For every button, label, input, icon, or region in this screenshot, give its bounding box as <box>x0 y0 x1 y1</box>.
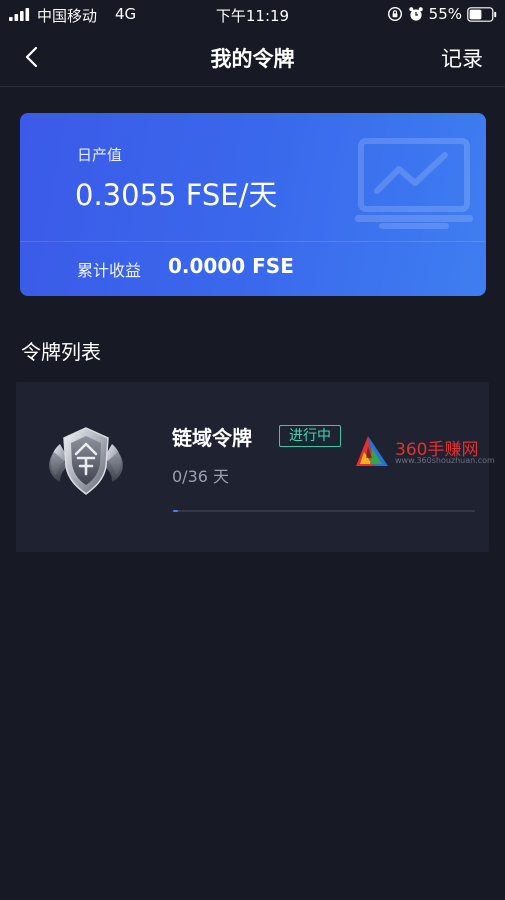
progress-bar <box>173 510 475 512</box>
status-indicators: 55% <box>387 4 497 24</box>
watermark-logo: 360手赚网 www.360shouzhuan.com <box>354 432 504 470</box>
daily-output-label: 日产值 <box>77 146 123 164</box>
token-list-title: 令牌列表 <box>21 340 101 364</box>
battery-percent: 55% <box>428 5 462 23</box>
alarm-icon <box>408 7 423 21</box>
status-bar: 中国移动 4G 下午11:19 55% <box>0 0 505 30</box>
cumulative-earnings-label: 累计收益 <box>77 261 142 280</box>
page-title: 我的令牌 <box>210 47 295 71</box>
battery-icon <box>467 6 497 22</box>
watermark-triangle-icon <box>356 436 388 466</box>
daily-output-value: 0.3055 FSE/天 <box>75 178 278 212</box>
rotation-lock-icon <box>387 6 402 22</box>
card-divider <box>20 241 486 242</box>
earnings-summary-card: 日产值 0.3055 FSE/天 累计收益 0.0000 FSE <box>20 113 486 296</box>
token-name: 链域令牌 <box>172 426 252 450</box>
token-progress-text: 0/36 天 <box>172 467 230 486</box>
watermark-url: www.360shouzhuan.com <box>395 456 495 465</box>
chart-monitor-icon <box>355 138 473 229</box>
silver-shield-badge-icon <box>49 427 123 495</box>
cumulative-earnings-value: 0.0000 FSE <box>168 254 294 278</box>
status-badge: 进行中 <box>279 425 341 447</box>
progress-bar-fill <box>173 510 178 512</box>
records-button[interactable]: 记录 <box>441 43 483 73</box>
nav-bar: 我的令牌 记录 <box>0 30 505 87</box>
